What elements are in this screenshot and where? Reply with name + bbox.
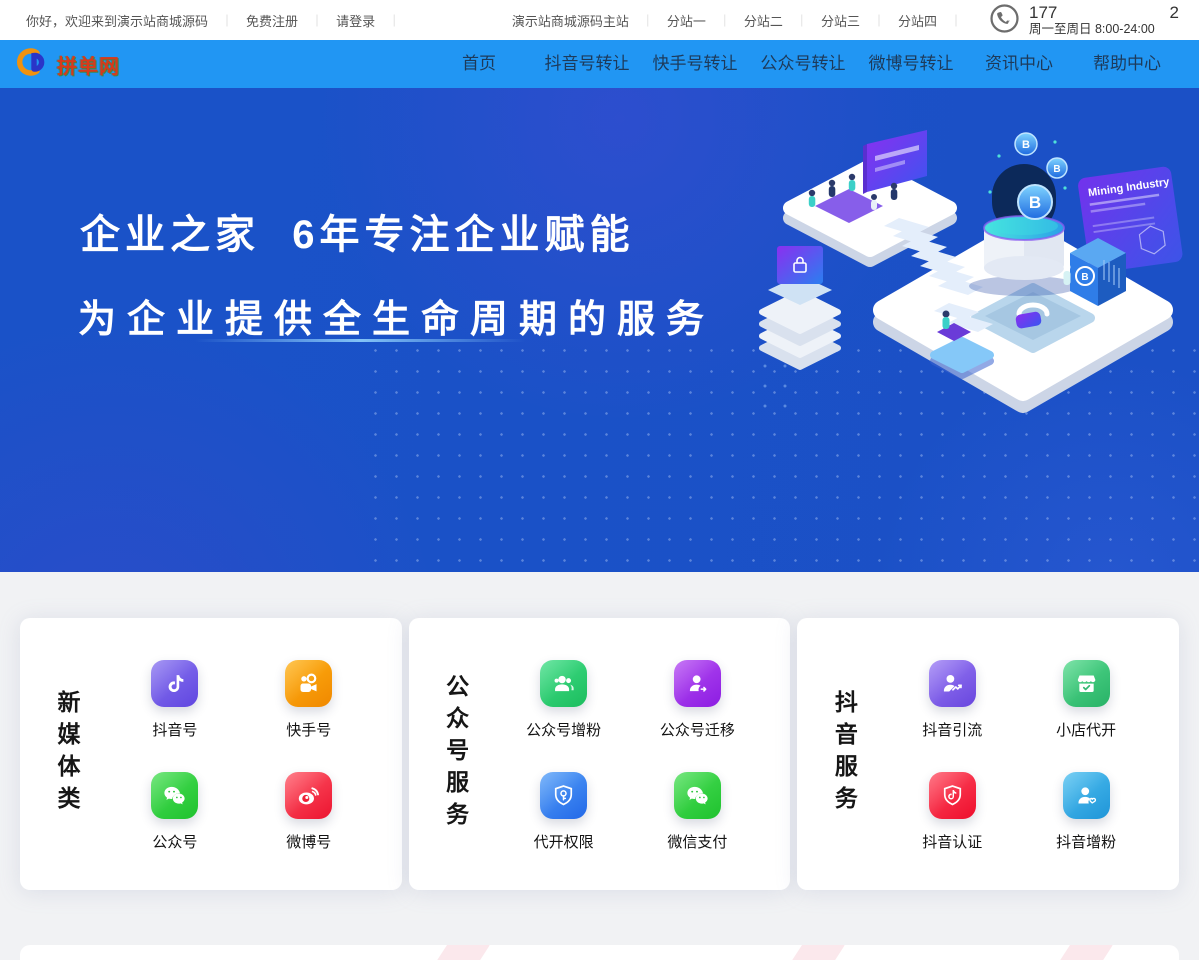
sub-site-link-4[interactable]: 分站四 — [898, 11, 937, 30]
separator: ｜ — [311, 12, 323, 29]
nav-menu: 首页 抖音号转让 快手号转让 公众号转让 微博号转让 资讯中心 帮助中心 — [425, 40, 1181, 88]
shield-key-icon — [540, 772, 587, 819]
shield-music-icon — [929, 772, 976, 819]
service-item-label: 抖音增粉 — [1056, 831, 1116, 852]
user-trend-icon — [929, 660, 976, 707]
service-item-label: 抖音引流 — [922, 719, 982, 740]
service-item-douyin[interactable]: 抖音号 — [151, 660, 198, 740]
separator: ｜ — [873, 12, 885, 29]
user-heart-icon — [1063, 772, 1110, 819]
nav-item-douyin[interactable]: 抖音号转让 — [533, 40, 641, 88]
separator: ｜ — [950, 12, 962, 29]
topbar-left: 你好，欢迎来到演示站商城源码 ｜ 免费注册 ｜ 请登录 ｜ — [26, 11, 400, 30]
wechat-pay-icon — [674, 772, 721, 819]
service-item-shop[interactable]: 小店代开 — [1056, 660, 1116, 740]
navbar: 拼单网 首页 抖音号转让 快手号转让 公众号转让 微博号转让 资讯中心 帮助中心 — [0, 40, 1199, 88]
hotline-hours: 周一至周日 8:00-24:00 — [1029, 22, 1179, 37]
service-item-label: 公众号增粉 — [526, 719, 601, 740]
hero-title-line2: 为企业提供全生命周期的服务 — [78, 288, 715, 343]
service-item-label: 公众号迁移 — [660, 719, 735, 740]
separator: ｜ — [221, 12, 233, 29]
card-wechat-services: 公众号服务 公众号增粉 — [409, 618, 791, 890]
svg-text:B: B — [1053, 164, 1060, 175]
douyin-icon — [151, 660, 198, 707]
card-grid: 抖音引流 小店代开 抖 — [861, 618, 1179, 890]
card-douyin-services: 抖音服务 抖音引流 — [797, 618, 1179, 890]
service-item-label: 微信支付 — [667, 831, 727, 852]
hero-underline-glow — [195, 339, 525, 342]
service-item-label: 小店代开 — [1056, 719, 1116, 740]
pink-slash-decoration — [703, 945, 853, 960]
service-item-label: 快手号 — [286, 719, 331, 740]
nav-item-weibo[interactable]: 微博号转让 — [857, 40, 965, 88]
site-logo[interactable]: 拼单网 — [16, 45, 120, 84]
separator: ｜ — [642, 12, 654, 29]
service-item-label: 抖音认证 — [922, 831, 982, 852]
weibo-icon — [285, 772, 332, 819]
service-item-label: 微博号 — [286, 831, 331, 852]
card-new-media: 新媒体类 抖音号 快手号 — [20, 618, 402, 890]
separator: ｜ — [719, 12, 731, 29]
card-grid: 抖音号 快手号 — [84, 618, 402, 890]
hero-title-line1: 企业之家 6年专注企业赋能 — [80, 202, 634, 260]
nav-item-kuaishou[interactable]: 快手号转让 — [641, 40, 749, 88]
sub-site-link-2[interactable]: 分站二 — [744, 11, 783, 30]
register-link[interactable]: 免费注册 — [246, 11, 298, 30]
service-item-label: 代开权限 — [534, 831, 594, 852]
service-item-label: 抖音号 — [152, 719, 197, 740]
login-link[interactable]: 请登录 — [336, 11, 375, 30]
sub-site-link-1[interactable]: 分站一 — [667, 11, 706, 30]
hotline-block: 177 2 周一至周日 8:00-24:00 — [989, 3, 1179, 37]
service-cards-row: 新媒体类 抖音号 快手号 — [20, 618, 1179, 890]
wechat-icon — [151, 772, 198, 819]
followers-group-icon — [540, 660, 587, 707]
shop-check-icon — [1063, 660, 1110, 707]
hero-illustration: B B B Mining Industry B — [749, 98, 1199, 428]
pink-slash-decoration — [971, 945, 1121, 960]
separator: ｜ — [796, 12, 808, 29]
topbar-right: 演示站商城源码主站 ｜ 分站一 ｜ 分站二 ｜ 分站三 ｜ 分站四 ｜ 177 … — [512, 3, 1179, 37]
service-item-migrate[interactable]: 公众号迁移 — [660, 660, 735, 740]
topbar: 你好，欢迎来到演示站商城源码 ｜ 免费注册 ｜ 请登录 ｜ 演示站商城源码主站 … — [0, 0, 1199, 40]
svg-text:B: B — [1081, 272, 1088, 283]
service-item-kuaishou[interactable]: 快手号 — [285, 660, 332, 740]
svg-text:B: B — [1022, 139, 1030, 151]
user-migrate-icon — [674, 660, 721, 707]
service-item-wechat[interactable]: 公众号 — [151, 772, 198, 852]
service-item-weibo[interactable]: 微博号 — [285, 772, 332, 852]
next-section-card — [20, 945, 1179, 960]
nav-item-wechat[interactable]: 公众号转让 — [749, 40, 857, 88]
hero-banner: 企业之家 6年专注企业赋能 为企业提供全生命周期的服务 — [0, 88, 1199, 572]
hotline-number: 177 — [1029, 4, 1057, 22]
card-title-douyin-services: 抖音服务 — [827, 690, 861, 818]
welcome-text: 你好，欢迎来到演示站商城源码 — [26, 11, 208, 30]
logo-text: 拼单网 — [57, 50, 120, 79]
main-site-link[interactable]: 演示站商城源码主站 — [512, 11, 629, 30]
card-grid: 公众号增粉 公众号迁移 — [473, 618, 791, 890]
nav-item-help[interactable]: 帮助中心 — [1073, 40, 1181, 88]
separator: ｜ — [388, 12, 400, 29]
service-item-verify[interactable]: 抖音认证 — [922, 772, 982, 852]
service-item-followers[interactable]: 公众号增粉 — [526, 660, 601, 740]
nav-item-news[interactable]: 资讯中心 — [965, 40, 1073, 88]
svg-text:B: B — [1029, 193, 1041, 212]
card-title-new-media: 新媒体类 — [50, 690, 84, 818]
phone-icon — [989, 3, 1020, 37]
service-item-permission[interactable]: 代开权限 — [534, 772, 594, 852]
service-item-label: 公众号 — [152, 831, 197, 852]
nav-item-home[interactable]: 首页 — [425, 40, 533, 88]
service-item-wechat-pay[interactable]: 微信支付 — [667, 772, 727, 852]
service-item-traffic[interactable]: 抖音引流 — [922, 660, 982, 740]
hotline-number-2: 2 — [1170, 4, 1179, 22]
kuaishou-icon — [285, 660, 332, 707]
sub-site-link-3[interactable]: 分站三 — [821, 11, 860, 30]
pink-slash-decoration — [348, 945, 498, 960]
card-title-wechat-services: 公众号服务 — [439, 674, 473, 834]
hotline-text: 177 2 周一至周日 8:00-24:00 — [1029, 4, 1179, 37]
logo-mark-icon — [16, 45, 50, 84]
service-item-fans[interactable]: 抖音增粉 — [1056, 772, 1116, 852]
